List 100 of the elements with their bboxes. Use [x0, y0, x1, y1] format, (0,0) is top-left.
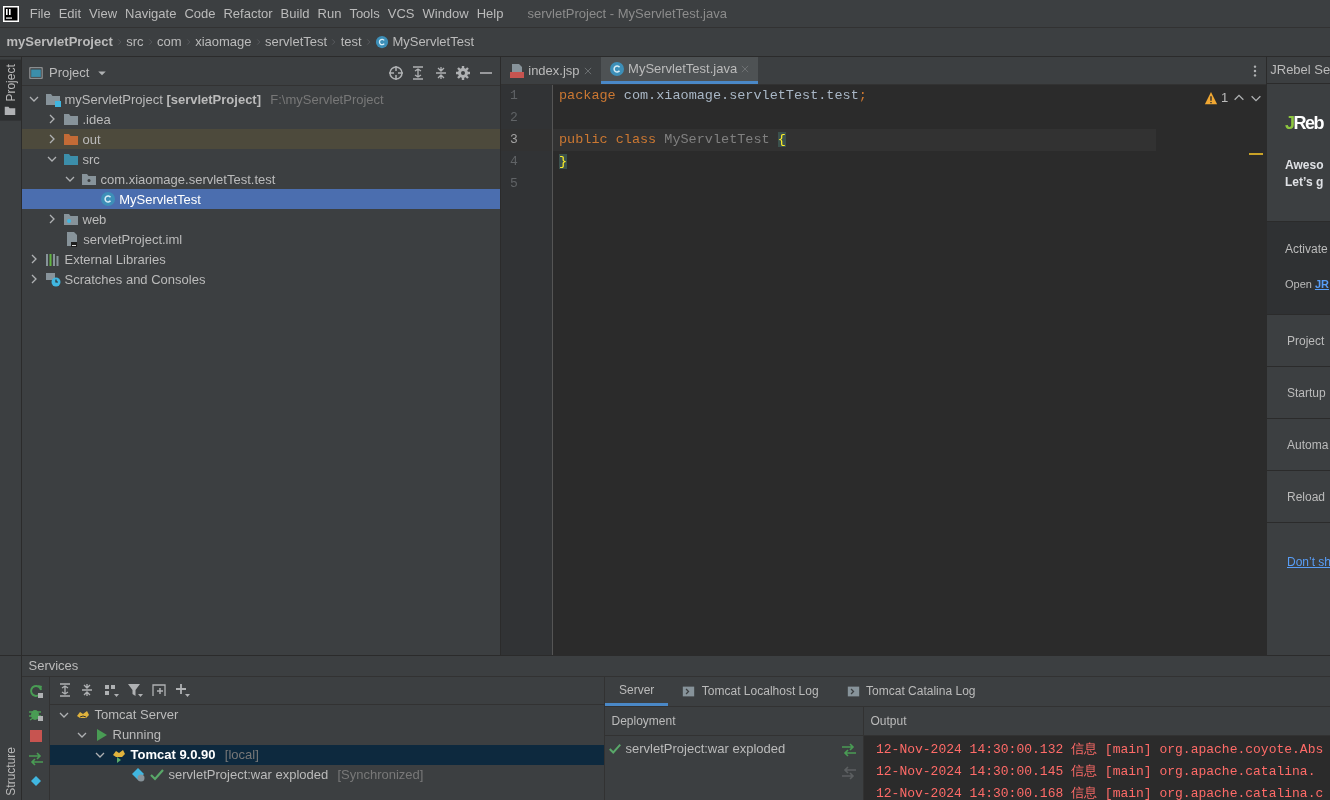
menu-item[interactable]: Help: [472, 3, 508, 24]
tree-row[interactable]: Tomcat 9.0.90 [local]: [50, 744, 604, 765]
class-icon: [608, 61, 625, 77]
stop-icon[interactable]: [27, 728, 44, 744]
warning-marker: [1248, 152, 1263, 155]
menu-item[interactable]: VCS: [383, 3, 419, 24]
breadcrumb-item[interactable]: myServletProject: [6, 32, 113, 52]
tree-item-label: out: [82, 130, 101, 149]
project-view-icon: [28, 65, 43, 80]
app-logo-icon: [3, 5, 20, 22]
menu-item[interactable]: Edit: [54, 3, 86, 24]
tree-item-label: Scratches and Consoles: [64, 270, 206, 289]
console-icon: [846, 684, 860, 698]
setting-item[interactable]: Startup: [1287, 386, 1326, 400]
tree-item-label: myServletProject [servletProject]: [64, 90, 262, 109]
tree-row[interactable]: .idea: [22, 109, 500, 130]
add-icon[interactable]: [173, 682, 191, 698]
menu-item[interactable]: View: [85, 3, 122, 24]
tree-row[interactable]: servletProject.iml: [22, 229, 500, 250]
panel-title: Services: [28, 657, 79, 675]
panel-title: Project: [49, 63, 90, 82]
editor-tab[interactable]: MyServletTest.java: [600, 57, 759, 84]
collapse-all-icon[interactable]: [79, 682, 95, 698]
intro-text: Let’s g: [1285, 174, 1325, 191]
menu-item[interactable]: File: [25, 3, 55, 24]
menu-item[interactable]: Window: [418, 3, 473, 24]
expand-all-icon[interactable]: [410, 64, 426, 81]
tree-row[interactable]: Scratches and Consoles: [22, 269, 500, 290]
side-tab[interactable]: Structure: [0, 743, 21, 800]
add-view-icon[interactable]: [150, 682, 167, 698]
tree-row[interactable]: servletProject:war exploded [Synchronized]: [50, 764, 604, 785]
jsp-file-icon: [509, 62, 525, 79]
service-tab[interactable]: Tomcat Localhost Log: [668, 676, 833, 706]
tree-item-label: Running: [112, 725, 161, 744]
warning-icon: [1203, 90, 1218, 105]
class-icon: [100, 191, 116, 208]
service-tab[interactable]: Server: [605, 676, 669, 706]
file-icon: [64, 231, 80, 248]
log-line: 12-Nov-2024 14:30:00.168 信息 [main] org.apache.catalina.c: [875, 784, 1325, 800]
library-icon: [45, 251, 62, 268]
scratches-icon: [45, 271, 62, 288]
menu-item[interactable]: Refactor: [219, 3, 277, 24]
console-icon: [682, 684, 696, 698]
log-line: 12-Nov-2024 14:30:00.145 信息 [main] org.apache.catalina.: [875, 762, 1317, 781]
breadcrumb-item[interactable]: test: [340, 32, 362, 52]
menu-item[interactable]: Build: [276, 3, 314, 24]
tree-item-label: Tomcat Server: [94, 705, 179, 724]
window-title: servletProject - MyServletTest.java: [527, 4, 727, 23]
breadcrumb-item[interactable]: MyServletTest: [392, 32, 474, 52]
breadcrumb-item[interactable]: com: [157, 32, 182, 52]
breadcrumb-item[interactable]: src: [126, 32, 144, 52]
rerun-icon[interactable]: [27, 683, 44, 699]
tree-item-label: MyServletTest: [119, 190, 201, 209]
menu-item[interactable]: Run: [313, 3, 346, 24]
filter-icon[interactable]: [126, 682, 144, 698]
service-tab[interactable]: Tomcat Catalina Log: [832, 676, 990, 706]
tree-item-label: .idea: [82, 110, 111, 129]
setting-item[interactable]: Automa: [1287, 438, 1329, 452]
setting-item[interactable]: Project: [1287, 334, 1325, 348]
path-hint: F:\myServletProject: [270, 90, 384, 109]
tree-item-label: Tomcat 9.0.90: [130, 745, 216, 764]
activation-link[interactable]: JR: [1314, 276, 1329, 293]
column-header: Deployment: [611, 712, 676, 730]
menu-item[interactable]: Navigate: [121, 3, 181, 24]
intro-text: Aweso: [1285, 157, 1325, 174]
deploy-icon[interactable]: [840, 742, 857, 758]
column-header: Output: [870, 712, 907, 730]
tree-item-label: com.xiaomage.servletTest.test: [100, 170, 276, 189]
locate-icon[interactable]: [387, 64, 404, 81]
tree-row[interactable]: myServletProject [servletProject] F:\myServletProject: [22, 89, 500, 110]
setting-item[interactable]: Reload: [1287, 490, 1326, 504]
tree-row[interactable]: MyServletTest: [22, 189, 500, 210]
tree-row[interactable]: src: [22, 149, 500, 170]
tree-row[interactable]: com.xiaomage.servletTest.test: [22, 169, 500, 190]
tree-row[interactable]: out: [22, 129, 500, 150]
menu-item[interactable]: Tools: [345, 3, 384, 24]
folder-icon: [4, 104, 17, 117]
dismiss-link[interactable]: Don’t sh: [1287, 555, 1330, 569]
breadcrumb-item[interactable]: xiaomage: [195, 32, 252, 52]
deploy-icon[interactable]: [27, 750, 44, 767]
tree-row[interactable]: Tomcat Server: [50, 704, 604, 725]
tree-row[interactable]: Running: [50, 724, 604, 745]
warning-count[interactable]: 1: [1221, 88, 1229, 108]
activation-text: Activate: [1285, 241, 1329, 258]
tree-row[interactable]: External Libraries: [22, 249, 500, 270]
status-hint: [Synchronized]: [337, 765, 424, 784]
tree-item-label: servletProject.iml: [83, 230, 183, 249]
logo-text: JReb: [1285, 112, 1324, 135]
breadcrumb-item[interactable]: servletTest: [265, 32, 328, 52]
tree-item-label: web: [82, 210, 107, 229]
package-icon: [81, 171, 98, 188]
menu-item[interactable]: Code: [180, 3, 220, 24]
log-line: 12-Nov-2024 14:30:00.132 信息 [main] org.apache.coyote.Abs: [875, 740, 1325, 759]
artifact-icon: [130, 766, 146, 783]
deployment-item[interactable]: servletProject:war exploded: [625, 738, 786, 759]
editor-tab[interactable]: index.jsp: [501, 57, 601, 84]
folder-icon: [63, 211, 80, 228]
tree-row[interactable]: web: [22, 209, 500, 230]
settings-icon[interactable]: [455, 64, 471, 81]
side-tab[interactable]: Project: [0, 60, 21, 121]
